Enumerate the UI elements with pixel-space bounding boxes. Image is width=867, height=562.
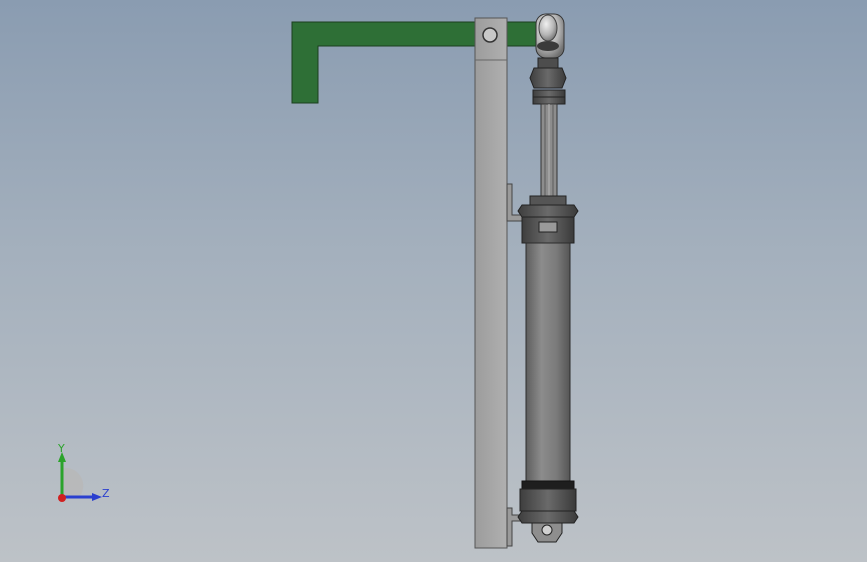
vertical-plate[interactable] [474, 17, 508, 549]
triad-y-label: Y [57, 442, 65, 455]
rod-end-nut[interactable] [529, 67, 567, 89]
rear-head[interactable] [519, 488, 577, 512]
rear-head-ring[interactable] [521, 480, 575, 490]
front-head-nut[interactable] [517, 204, 579, 218]
triad-z-label: Z [102, 487, 110, 500]
cylinder-barrel[interactable] [525, 242, 571, 482]
cad-model[interactable] [0, 0, 867, 562]
plate-pivot-hole [482, 27, 498, 43]
reference-triad: Y Z [57, 442, 110, 502]
rear-nut[interactable] [517, 510, 579, 524]
graphics-viewport[interactable]: Y Z [0, 0, 867, 562]
